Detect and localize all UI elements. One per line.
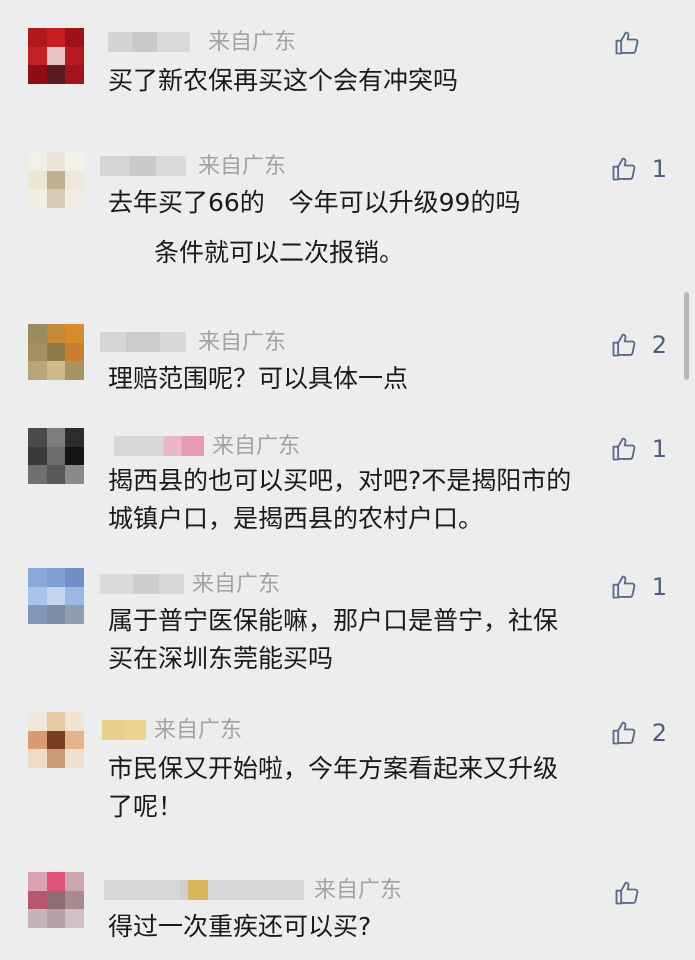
thumbs-up-icon: [612, 575, 636, 599]
comment-line: 去年买了66的 今年可以升级99的吗: [108, 188, 521, 217]
like-count: 1: [651, 155, 667, 183]
like-button[interactable]: [613, 878, 667, 908]
like-button[interactable]: 1: [610, 572, 667, 602]
like-button[interactable]: 1: [610, 434, 667, 464]
location-label: 来自广东: [154, 718, 243, 743]
comment-text: 揭西县的也可以买吧，对吧?不是揭阳市的 城镇户口，是揭西县的农村户口。: [108, 462, 668, 538]
comment-line: 揭西县的也可以买吧，对吧?不是揭阳市的: [108, 466, 572, 495]
like-button[interactable]: 2: [610, 330, 667, 360]
comment-line: 买了新农保再买这个会有冲突吗: [108, 66, 459, 95]
avatar[interactable]: [28, 428, 84, 484]
comment-quote-line: 条件就可以二次报销。: [154, 238, 405, 267]
location-label: 来自广东: [208, 30, 297, 55]
like-count: 2: [651, 331, 667, 359]
avatar[interactable]: [28, 28, 84, 84]
location-label: 来自广东: [314, 878, 403, 903]
avatar[interactable]: [28, 712, 84, 768]
like-count: 1: [651, 573, 667, 601]
comment-text: 市民保又开始啦，今年方案看起来又升级 了呢！: [108, 750, 668, 826]
thumbs-up-icon: [612, 333, 636, 357]
like-button[interactable]: 1: [610, 154, 667, 184]
like-button[interactable]: [613, 28, 667, 58]
location-label: 来自广东: [198, 154, 287, 179]
comment-line: 城镇户口，是揭西县的农村户口。: [108, 504, 484, 533]
comment-text: 得过一次重疾还可以买?: [108, 908, 668, 946]
comment-line: 市民保又开始啦，今年方案看起来又升级: [108, 754, 559, 783]
comment-line: 属于普宁医保能嘛，那户口是普宁，社保: [108, 606, 559, 635]
comment-text: 属于普宁医保能嘛，那户口是普宁，社保 买在深圳东莞能买吗: [108, 602, 668, 678]
avatar[interactable]: [28, 872, 84, 928]
avatar[interactable]: [28, 324, 84, 380]
comment-text: 去年买了66的 今年可以升级99的吗 条件就可以二次报销。: [108, 184, 668, 272]
like-button[interactable]: 2: [610, 718, 667, 748]
location-label: 来自广东: [212, 434, 301, 459]
location-label: 来自广东: [198, 330, 287, 355]
thumbs-up-icon: [615, 31, 639, 55]
thumbs-up-icon: [612, 437, 636, 461]
thumbs-up-icon: [612, 157, 636, 181]
comment-line: 得过一次重疾还可以买?: [108, 912, 372, 941]
comment-line: 买在深圳东莞能买吗: [108, 644, 334, 673]
comment-text: 理赔范围呢？可以具体一点: [108, 360, 668, 398]
thumbs-up-icon: [612, 721, 636, 745]
scrollbar[interactable]: [684, 292, 689, 380]
comment-text: 买了新农保再买这个会有冲突吗: [108, 62, 668, 100]
avatar[interactable]: [28, 152, 84, 208]
like-count: 2: [651, 719, 667, 747]
comment-line: 理赔范围呢？可以具体一点: [108, 364, 409, 393]
thumbs-up-icon: [615, 881, 639, 905]
location-label: 来自广东: [192, 572, 281, 597]
comment-line: 了呢！: [108, 792, 184, 821]
avatar[interactable]: [28, 568, 84, 624]
like-count: 1: [651, 435, 667, 463]
